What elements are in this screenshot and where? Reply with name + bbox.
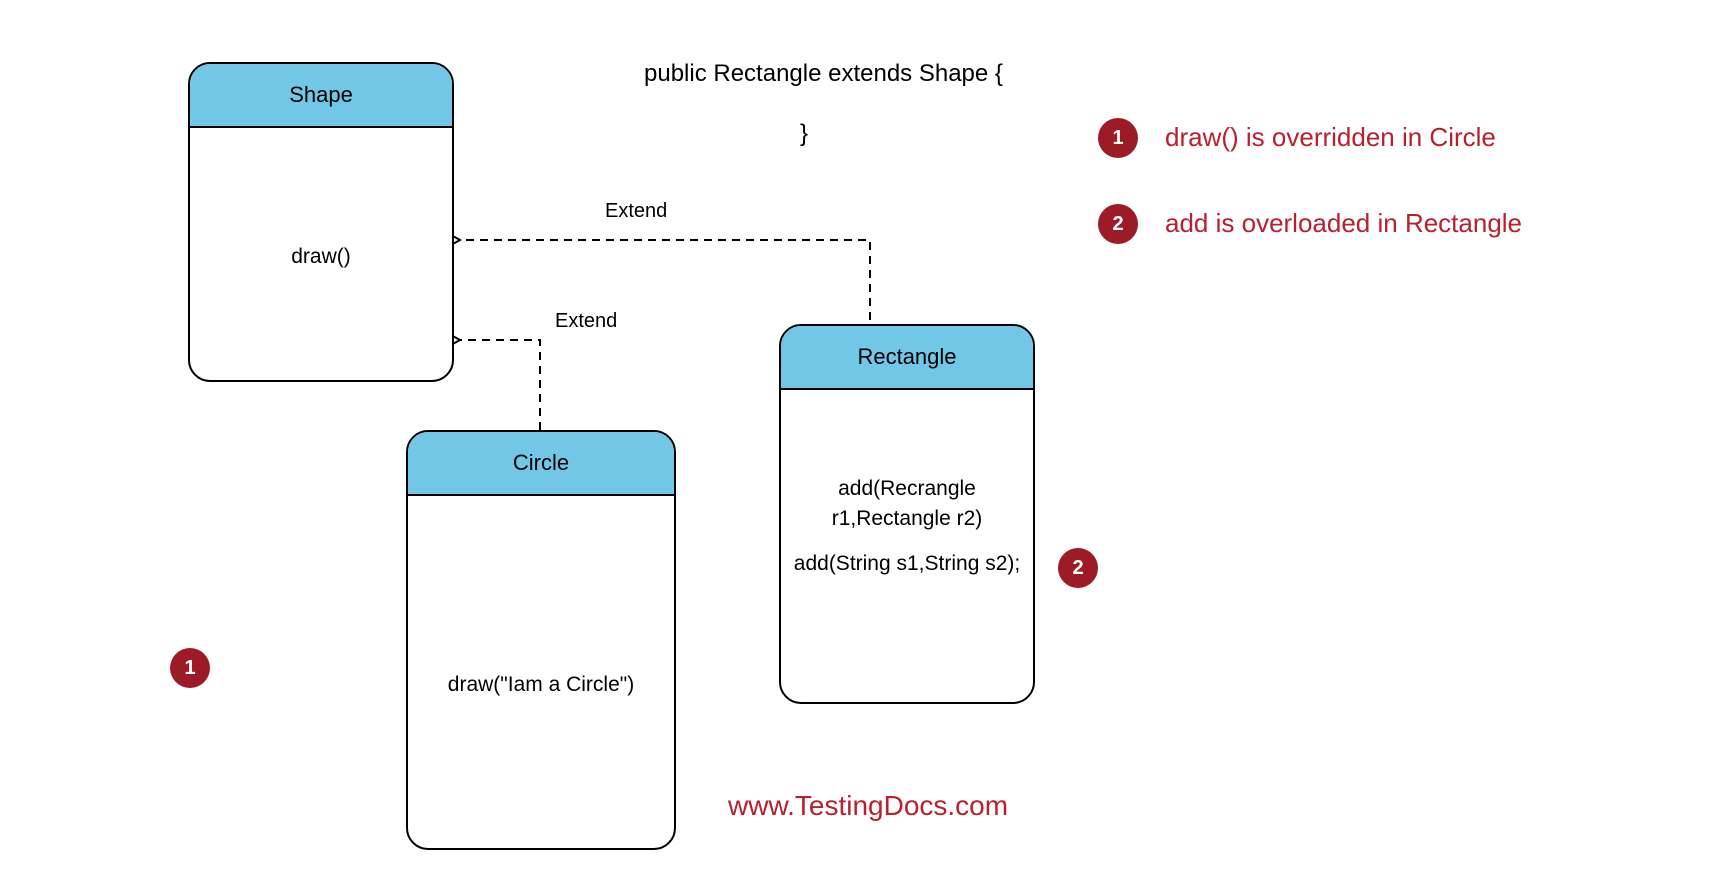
marker-disc-1: 1 bbox=[170, 648, 210, 688]
uml-class-circle-title: Circle bbox=[408, 432, 674, 496]
note-disc-1: 1 bbox=[1098, 118, 1138, 158]
uml-class-circle: Circle draw("Iam a Circle") bbox=[406, 430, 676, 850]
diagram-canvas: Extend Extend Shape draw() Circle draw("… bbox=[0, 0, 1734, 890]
uml-class-shape-title: Shape bbox=[190, 64, 452, 128]
note-text-2: add is overloaded in Rectangle bbox=[1165, 208, 1522, 239]
uml-rectangle-method-0: add(Recrangle r1,Rectangle r2) bbox=[787, 474, 1027, 535]
note-disc-2: 2 bbox=[1098, 204, 1138, 244]
uml-class-rectangle-title: Rectangle bbox=[781, 326, 1033, 390]
uml-shape-method-0: draw() bbox=[196, 242, 446, 272]
website-url: www.TestingDocs.com bbox=[728, 790, 1008, 822]
edge-label-rectangle: Extend bbox=[605, 200, 667, 223]
uml-circle-method-0: draw("Iam a Circle") bbox=[414, 670, 668, 700]
edge-label-circle: Extend bbox=[555, 310, 617, 333]
note-text-1: draw() is overridden in Circle bbox=[1165, 122, 1496, 153]
uml-rectangle-method-1: add(String s1,String s2); bbox=[787, 549, 1027, 579]
edge-circle-to-shape bbox=[460, 340, 540, 430]
marker-disc-2: 2 bbox=[1058, 548, 1098, 588]
uml-class-rectangle: Rectangle add(Recrangle r1,Rectangle r2)… bbox=[779, 324, 1035, 704]
uml-class-shape: Shape draw() bbox=[188, 62, 454, 382]
code-line-1: public Rectangle extends Shape { bbox=[644, 60, 1003, 88]
code-line-2: } bbox=[800, 120, 808, 148]
